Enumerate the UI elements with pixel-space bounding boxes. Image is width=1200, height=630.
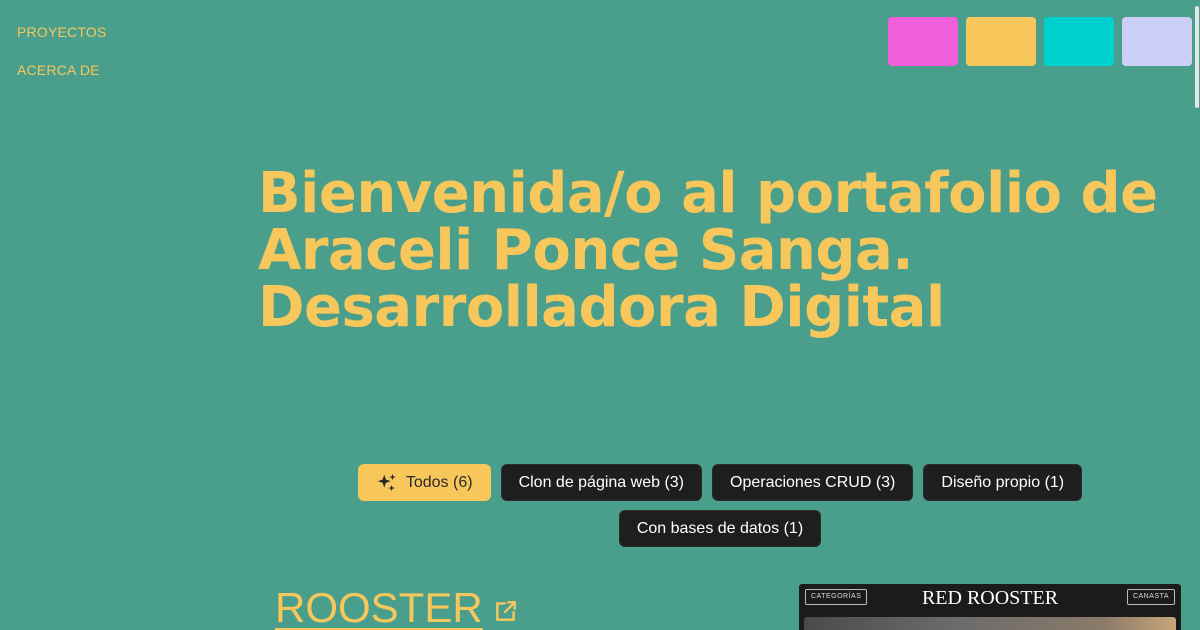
- nav-link-projects[interactable]: PROYECTOS: [17, 24, 106, 40]
- main-nav: PROYECTOS ACERCA DE: [17, 24, 106, 100]
- filter-web-clone-label: Clon de página web (3): [518, 473, 684, 491]
- filter-own-design-label: Diseño propio (1): [941, 473, 1065, 491]
- filter-crud[interactable]: Operaciones CRUD (3): [712, 464, 914, 501]
- portfolio-page: PROYECTOS ACERCA DE Bienvenida/o al port…: [0, 0, 1200, 630]
- filter-all-label: Todos (6): [405, 473, 473, 491]
- nav-link-about[interactable]: ACERCA DE: [17, 62, 106, 78]
- filter-web-clone[interactable]: Clon de página web (3): [500, 464, 702, 501]
- filter-databases-label: Con bases de datos (1): [636, 519, 804, 537]
- theme-swatch-yellow[interactable]: [966, 17, 1036, 66]
- hero-line-2: Araceli Ponce Sanga.: [258, 218, 914, 283]
- project-title: ROOSTER: [275, 584, 483, 630]
- scrollbar-thumb[interactable]: [1195, 6, 1199, 108]
- preview-brand: RED ROOSTER: [921, 587, 1059, 609]
- preview-header: CATEGORÍAS RED ROOSTER CANASTA: [799, 584, 1181, 614]
- hero-heading: Bienvenida/o al portafolio de Araceli Po…: [258, 165, 1158, 336]
- project-filters: Todos (6) Clon de página web (3) Operaci…: [340, 464, 1100, 547]
- scrollbar[interactable]: [1194, 0, 1200, 630]
- hero-line-1: Bienvenida/o al portafolio de: [258, 161, 1158, 226]
- external-link-icon: [495, 601, 516, 621]
- preview-basket-button: CANASTA: [1126, 589, 1175, 605]
- preview-photo: [804, 617, 1176, 630]
- filter-own-design[interactable]: Diseño propio (1): [923, 464, 1083, 501]
- hero-line-3: Desarrolladora Digital: [258, 275, 945, 340]
- filter-databases[interactable]: Con bases de datos (1): [618, 510, 822, 547]
- theme-swatches: [888, 17, 1192, 66]
- project-title-link[interactable]: ROOSTER: [275, 584, 519, 630]
- theme-swatch-cyan[interactable]: [1044, 17, 1114, 66]
- sparkles-icon: [377, 473, 396, 491]
- theme-swatch-lavender[interactable]: [1122, 17, 1192, 66]
- filter-crud-label: Operaciones CRUD (3): [730, 473, 896, 491]
- filter-all[interactable]: Todos (6): [357, 464, 491, 501]
- theme-swatch-pink[interactable]: [888, 17, 958, 66]
- project-preview-image[interactable]: CATEGORÍAS RED ROOSTER CANASTA: [799, 584, 1181, 630]
